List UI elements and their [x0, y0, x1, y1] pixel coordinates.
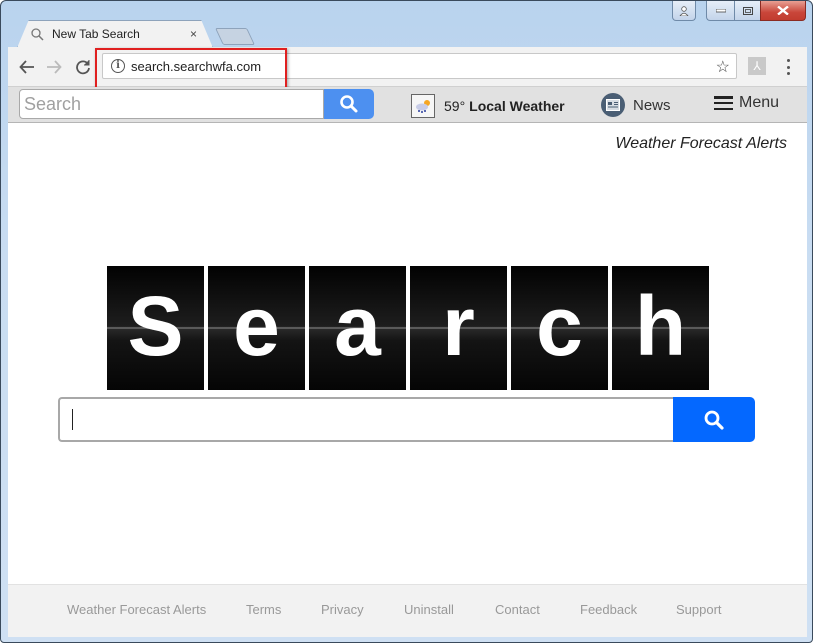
minimize-icon: [715, 8, 726, 12]
news-link[interactable]: News: [601, 93, 671, 117]
three-dots-icon[interactable]: [784, 57, 792, 77]
footer-link-support[interactable]: Support: [676, 602, 722, 617]
browser-window: New Tab Search × i search.searchwfa.com …: [0, 0, 813, 643]
arrow-left-icon: [19, 60, 34, 74]
footer-link-privacy[interactable]: Privacy: [321, 602, 364, 617]
tab-new-tab-search[interactable]: New Tab Search ×: [17, 20, 213, 48]
logo-letter: r: [442, 279, 475, 373]
close-icon: [777, 6, 789, 15]
logo-tile: a: [309, 266, 406, 390]
minimize-button[interactable]: [706, 1, 734, 21]
footer-link-feedback[interactable]: Feedback: [580, 602, 637, 617]
header-search-button[interactable]: [324, 89, 374, 119]
text-caret: [72, 409, 73, 430]
arrow-right-icon: [47, 60, 62, 74]
logo-tile: e: [208, 266, 305, 390]
search-icon: [31, 27, 44, 41]
pdf-icon[interactable]: ⅄: [748, 57, 766, 75]
search-logo: S e a r c h: [107, 266, 709, 390]
logo-letter: S: [127, 279, 184, 373]
url-text[interactable]: search.searchwfa.com: [131, 59, 261, 74]
maximize-button[interactable]: [734, 1, 760, 21]
close-window-button[interactable]: [760, 1, 806, 21]
logo-letter: h: [634, 279, 687, 373]
weather-temperature: 59°: [444, 98, 466, 114]
hamburger-icon: [714, 96, 733, 110]
weather-icon: [411, 94, 435, 118]
news-label: News: [633, 96, 671, 114]
local-weather-link[interactable]: 59° Local Weather: [411, 94, 565, 118]
profile-button[interactable]: [672, 1, 696, 21]
logo-letter: e: [233, 279, 280, 373]
browser-toolbar: i search.searchwfa.com ☆ ⅄: [8, 47, 807, 87]
star-icon[interactable]: ☆: [716, 57, 730, 77]
menu-button[interactable]: Menu: [714, 94, 779, 112]
search-icon: [340, 95, 358, 113]
info-icon[interactable]: i: [111, 59, 125, 73]
logo-tile: r: [410, 266, 507, 390]
tab-close-button[interactable]: ×: [190, 27, 197, 41]
logo-tile: h: [612, 266, 709, 390]
page-footer: Weather Forecast Alerts Terms Privacy Un…: [8, 584, 807, 637]
reload-icon: [76, 60, 90, 75]
address-bar[interactable]: i search.searchwfa.com ☆: [102, 53, 737, 79]
search-icon: [704, 410, 724, 430]
window-controls: [672, 1, 806, 21]
newspaper-icon: [601, 93, 625, 117]
main-search-button[interactable]: [673, 397, 755, 442]
logo-letter: c: [536, 279, 583, 373]
logo-tile: S: [107, 266, 204, 390]
back-button[interactable]: [16, 56, 38, 78]
weather-label: Local Weather: [469, 98, 565, 114]
header-search-input[interactable]: [19, 89, 324, 119]
menu-label: Menu: [739, 94, 780, 111]
footer-link-weather-forecast-alerts[interactable]: Weather Forecast Alerts: [67, 602, 206, 617]
maximize-icon: [742, 6, 753, 15]
forward-button[interactable]: [43, 56, 65, 78]
logo-tile: c: [511, 266, 608, 390]
footer-link-terms[interactable]: Terms: [246, 602, 281, 617]
brand-tagline[interactable]: Weather Forecast Alerts: [615, 135, 787, 153]
page-header: 59° Local Weather News Menu: [8, 87, 807, 123]
logo-letter: a: [334, 279, 381, 373]
footer-link-uninstall[interactable]: Uninstall: [404, 602, 454, 617]
page-content: 59° Local Weather News Menu Weather Fore…: [8, 87, 807, 637]
reload-button[interactable]: [72, 56, 94, 78]
new-tab-button[interactable]: [215, 28, 255, 45]
tab-title: New Tab Search: [52, 27, 140, 41]
user-icon: [679, 5, 689, 16]
footer-link-contact[interactable]: Contact: [495, 602, 540, 617]
main-search-input[interactable]: [58, 397, 674, 442]
